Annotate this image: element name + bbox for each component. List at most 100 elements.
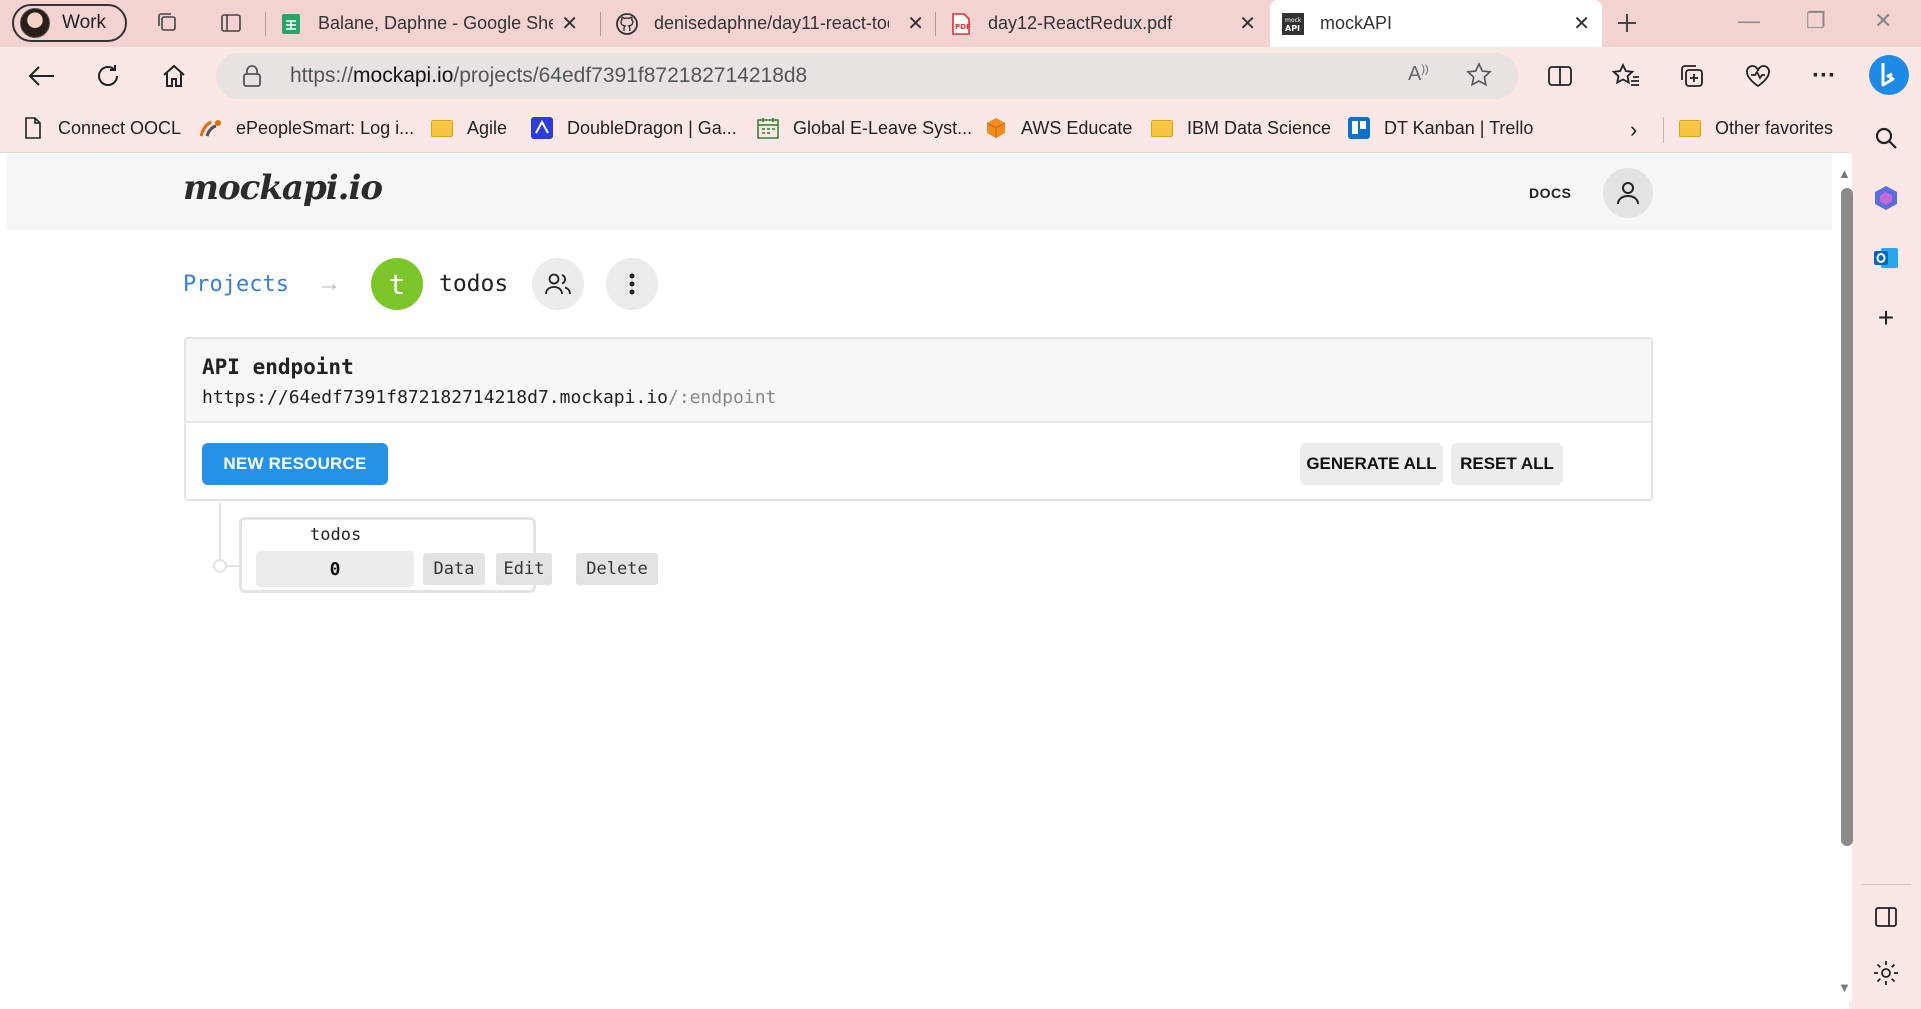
- tab-separator: [265, 12, 266, 36]
- favorite-item[interactable]: DT Kanban | Trello: [1348, 117, 1533, 139]
- new-tab-icon[interactable]: [1614, 10, 1640, 36]
- browser-essentials-icon[interactable]: [1743, 61, 1773, 91]
- favorite-item[interactable]: Global E-Leave Syst...: [757, 117, 972, 139]
- collaborators-button[interactable]: [532, 258, 585, 310]
- generate-all-button[interactable]: GENERATE ALL: [1300, 443, 1443, 485]
- reset-all-button[interactable]: RESET ALL: [1451, 443, 1563, 485]
- restore-icon[interactable]: ❐: [1806, 8, 1826, 34]
- outlook-icon[interactable]: [1871, 243, 1901, 273]
- url-host: mockapi.io: [353, 64, 454, 87]
- mockapi-logo[interactable]: mockapi.io: [183, 168, 383, 208]
- tab-title: Balane, Daphne - Google Sheets: [318, 13, 553, 33]
- scroll-thumb[interactable]: [1841, 188, 1853, 846]
- favorite-item[interactable]: Connect OOCL: [22, 117, 181, 139]
- favorite-item[interactable]: DoubleDragon | Ga...: [531, 117, 737, 139]
- favorites-icon[interactable]: [1611, 61, 1641, 91]
- tab-mockapi[interactable]: mock API mockAPI ✕: [1270, 0, 1602, 47]
- tab-pdf[interactable]: PDF day12-ReactRedux.pdf ✕: [950, 0, 1268, 47]
- tab-google-sheets[interactable]: Balane, Daphne - Google Sheets ✕: [280, 0, 590, 47]
- projects-link[interactable]: Projects: [183, 272, 289, 297]
- docs-link[interactable]: DOCS: [1529, 185, 1571, 201]
- address-bar[interactable]: https://mockapi.io/projects/64edf7391f87…: [216, 53, 1518, 99]
- favorite-label: Agile: [467, 117, 508, 138]
- tab-github[interactable]: denisedaphne/day11-react-todo ✕: [616, 0, 936, 47]
- sidebar-divider: [1861, 884, 1911, 885]
- svg-text:API: API: [1285, 24, 1300, 33]
- split-screen-icon[interactable]: [1545, 61, 1575, 91]
- close-window-icon[interactable]: ✕: [1874, 8, 1892, 34]
- favorite-item[interactable]: IBM Data Science: [1151, 117, 1331, 139]
- project-avatar: t: [370, 258, 423, 310]
- add-sidebar-app-icon[interactable]: +: [1871, 302, 1901, 333]
- aws-icon: [985, 117, 1007, 139]
- web-page: mockapi.io DOCS Projects → t todos API e…: [6, 154, 1853, 1002]
- bing-copilot-icon[interactable]: [1867, 53, 1911, 97]
- settings-gear-icon[interactable]: [1871, 958, 1901, 988]
- resource-data-button[interactable]: Data: [423, 553, 485, 585]
- project-menu-button[interactable]: [606, 258, 659, 310]
- resource-delete-button[interactable]: Delete: [576, 553, 658, 585]
- calendar-icon: [757, 117, 779, 139]
- people-icon: [545, 273, 572, 295]
- svg-text:PDF: PDF: [955, 23, 971, 31]
- favorite-item[interactable]: ePeopleSmart: Log i...: [200, 117, 414, 139]
- profile-button[interactable]: Work: [12, 4, 127, 42]
- document-icon: [22, 117, 44, 139]
- favorite-star-icon[interactable]: [1466, 62, 1492, 93]
- tree-node-dot: [213, 559, 227, 573]
- tab-close-icon[interactable]: ✕: [1239, 11, 1256, 36]
- home-icon[interactable]: [159, 61, 189, 91]
- api-endpoint-card: API endpoint https://64edf7391f872182714…: [184, 337, 1653, 501]
- favorites-divider: [1663, 117, 1664, 143]
- resource-count-bar[interactable]: 0: [256, 551, 414, 587]
- tab-separator: [935, 12, 936, 36]
- search-icon[interactable]: [1871, 123, 1901, 153]
- url-path: /projects/64edf7391f872182714218d8: [453, 64, 808, 87]
- workspaces-icon[interactable]: [155, 10, 181, 36]
- tree-connector: [219, 503, 221, 566]
- favorite-item[interactable]: AWS Educate: [985, 117, 1132, 139]
- tab-title: mockAPI: [1320, 13, 1393, 33]
- favorite-label: AWS Educate: [1021, 117, 1133, 138]
- browser-titlebar: Work Balane, Daphne - Google Sheets ✕ de…: [0, 0, 1921, 47]
- breadcrumb: Projects → t todos: [183, 258, 659, 310]
- endpoint-base-url: https://64edf7391f872182714218d7.mockapi…: [202, 387, 668, 408]
- more-options-icon[interactable]: ···: [1809, 61, 1839, 91]
- favorites-overflow-chevron-icon[interactable]: ›: [1630, 117, 1637, 143]
- google-sheets-icon: [280, 13, 302, 35]
- tab-close-icon[interactable]: ✕: [1573, 11, 1590, 36]
- more-vertical-icon: [629, 273, 635, 295]
- endpoint-url[interactable]: https://64edf7391f872182714218d7.mockapi…: [202, 387, 1635, 408]
- url-text[interactable]: https://mockapi.io/projects/64edf7391f87…: [290, 64, 807, 88]
- new-resource-button[interactable]: NEW RESOURCE: [202, 443, 388, 485]
- scroll-up-icon[interactable]: ▲: [1838, 166, 1851, 181]
- favorite-label: Connect OOCL: [58, 117, 182, 138]
- hide-sidebar-icon[interactable]: [1871, 902, 1901, 932]
- copilot-icon[interactable]: [1871, 183, 1901, 213]
- svg-text:mock: mock: [1285, 17, 1302, 24]
- favorite-label: Global E-Leave Syst...: [793, 117, 973, 138]
- lock-icon[interactable]: [242, 65, 262, 92]
- favorites-bar: Connect OOCL ePeopleSmart: Log i... Agil…: [0, 105, 1921, 153]
- tab-actions-icon[interactable]: [218, 10, 244, 36]
- folder-icon: [1679, 117, 1701, 139]
- back-icon[interactable]: [27, 61, 57, 91]
- tab-title: day12-ReactRedux.pdf: [988, 13, 1173, 33]
- user-account-button[interactable]: [1603, 168, 1653, 218]
- folder-icon: [1151, 117, 1173, 139]
- tab-close-icon[interactable]: ✕: [561, 11, 578, 36]
- folder-icon: [431, 117, 453, 139]
- minimize-icon[interactable]: —: [1738, 8, 1760, 34]
- scroll-down-icon[interactable]: ▼: [1838, 980, 1851, 995]
- refresh-icon[interactable]: [93, 61, 123, 91]
- favorite-item[interactable]: Other favorites: [1679, 117, 1833, 139]
- endpoint-title: API endpoint: [202, 355, 354, 379]
- collections-icon[interactable]: [1677, 61, 1707, 91]
- resource-edit-button[interactable]: Edit: [496, 553, 552, 585]
- favorite-label: IBM Data Science: [1187, 117, 1332, 138]
- favorite-label: DoubleDragon | Ga...: [567, 117, 737, 138]
- read-aloud-icon[interactable]: A)): [1408, 63, 1429, 86]
- favorite-item[interactable]: Agile: [431, 117, 507, 139]
- tab-close-icon[interactable]: ✕: [907, 11, 924, 36]
- user-icon: [1617, 182, 1639, 205]
